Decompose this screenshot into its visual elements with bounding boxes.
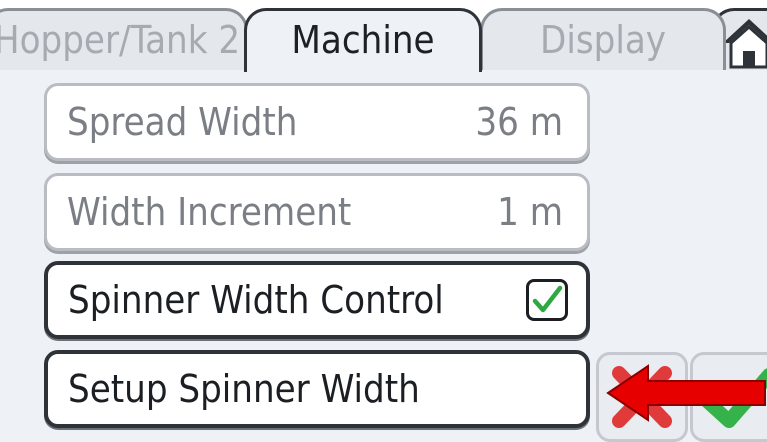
setup-spinner-width-button[interactable]: Setup Spinner Width xyxy=(44,350,590,428)
tab-machine[interactable]: Machine xyxy=(244,8,482,72)
tab-hopper-tank-2[interactable]: Hopper/Tank 2 xyxy=(0,8,248,70)
spinner-width-control-checkbox[interactable] xyxy=(526,279,568,321)
spread-width-row: Spread Width 36 m xyxy=(44,83,590,161)
width-increment-value: 1 m xyxy=(497,190,563,234)
checkmark-icon xyxy=(532,285,563,313)
setup-spinner-width-label: Setup Spinner Width xyxy=(68,367,420,411)
red-arrow-icon xyxy=(606,364,766,422)
tab-hopper-tank-2-label: Hopper/Tank 2 xyxy=(0,18,241,62)
tab-display-label: Display xyxy=(539,18,667,62)
tab-display[interactable]: Display xyxy=(480,8,726,70)
spinner-width-control-row[interactable]: Spinner Width Control xyxy=(44,261,590,339)
tab-machine-label: Machine xyxy=(291,18,435,62)
spinner-width-control-label: Spinner Width Control xyxy=(68,278,444,322)
home-icon xyxy=(723,19,767,69)
width-increment-row: Width Increment 1 m xyxy=(44,173,590,251)
spread-width-label: Spread Width xyxy=(67,100,298,144)
spread-width-value: 36 m xyxy=(475,100,563,144)
width-increment-label: Width Increment xyxy=(67,190,352,234)
